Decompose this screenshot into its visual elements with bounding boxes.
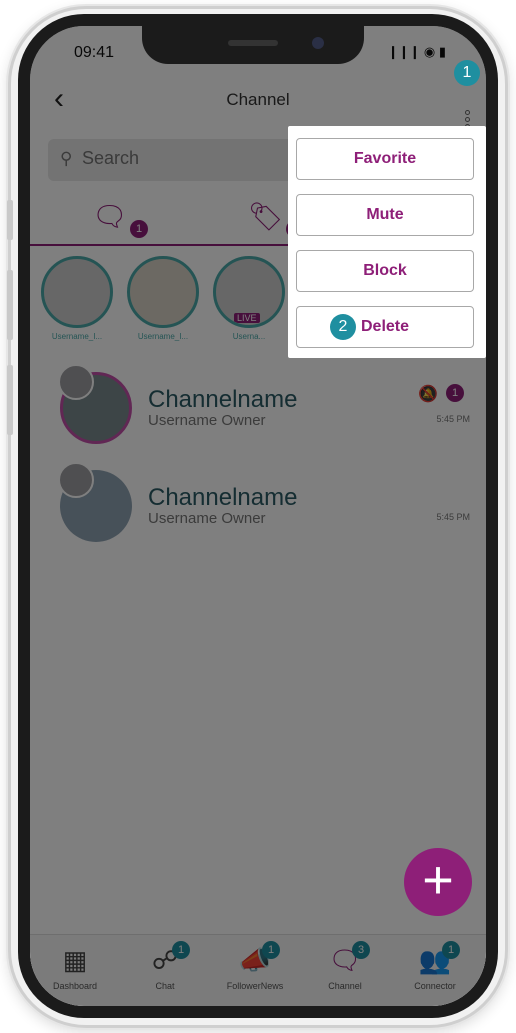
side-button-volume-up: [7, 270, 13, 340]
options-menu: Favorite Mute Block Delete: [288, 126, 486, 358]
side-button-volume-down: [7, 365, 13, 435]
favorite-button[interactable]: Favorite: [296, 138, 474, 180]
notch: [142, 26, 364, 64]
phone-screen: 09:41 ❙❙❙ ◉ ▮ ‹ Channel ⚲ 🗨 1 🏷 1 Userna…: [30, 26, 486, 1006]
camera: [312, 37, 324, 49]
side-button-mute: [7, 200, 13, 240]
mute-button[interactable]: Mute: [296, 194, 474, 236]
block-button[interactable]: Block: [296, 250, 474, 292]
delete-button[interactable]: Delete: [296, 306, 474, 348]
speaker: [228, 40, 278, 46]
step-badge-2: 2: [330, 314, 356, 340]
add-channel-button[interactable]: +: [404, 848, 472, 916]
step-badge-1: 1: [454, 60, 480, 86]
